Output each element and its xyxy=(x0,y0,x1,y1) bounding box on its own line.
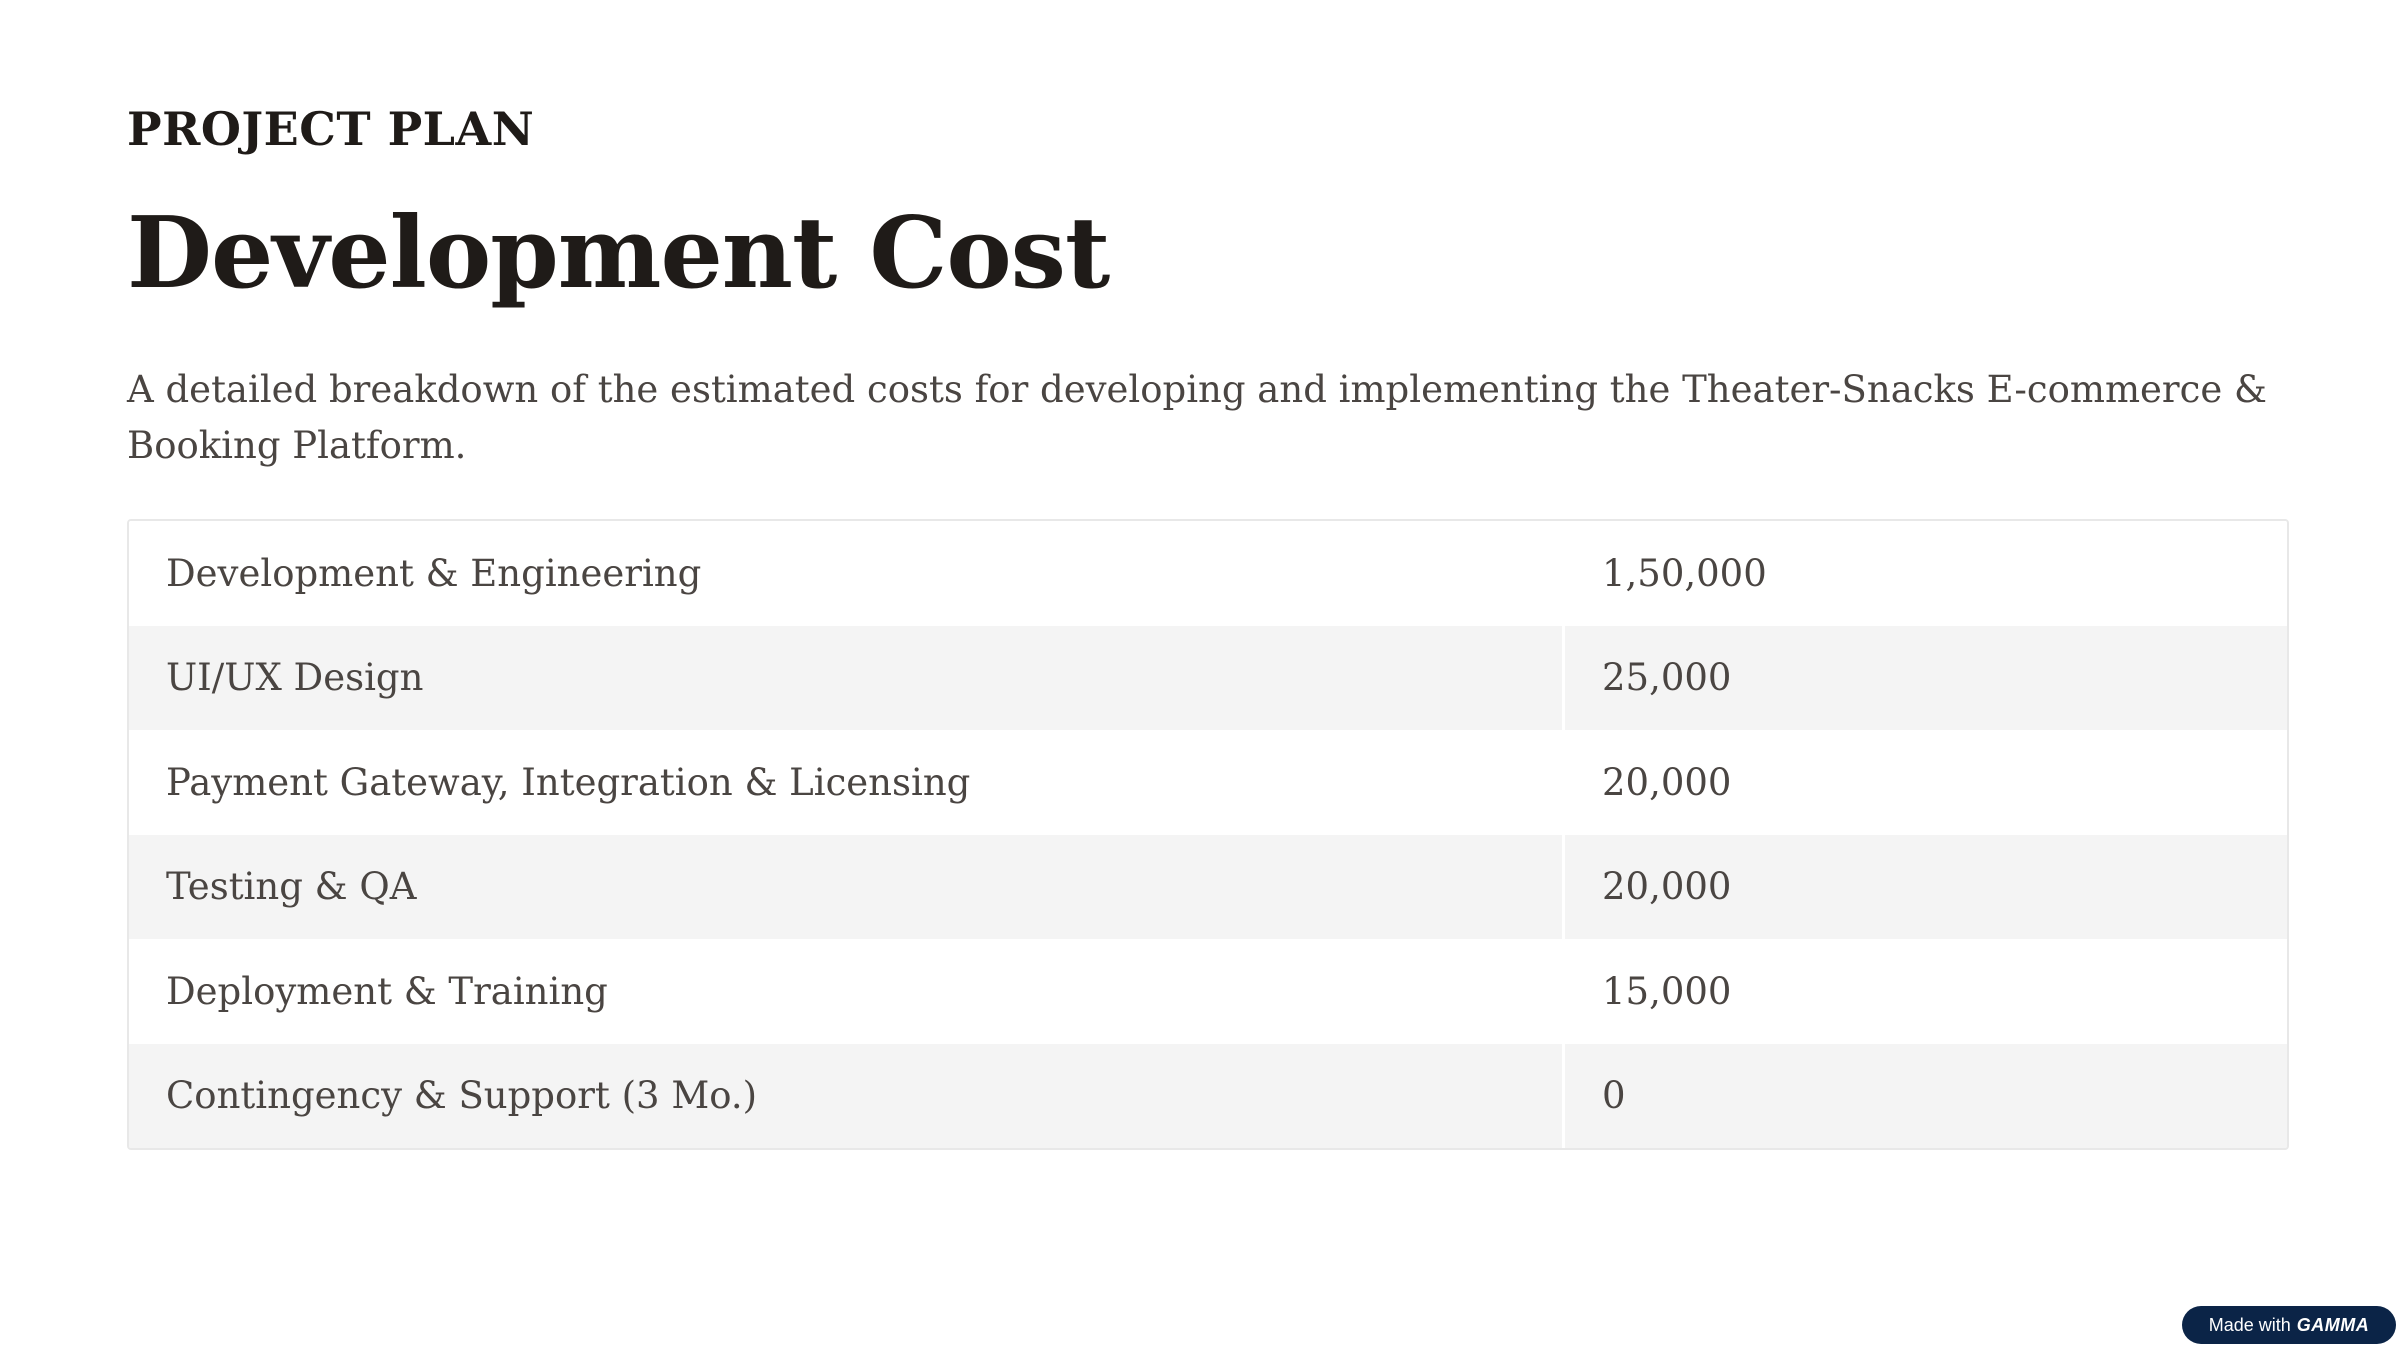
badge-prefix: Made with xyxy=(2208,1314,2291,1335)
page-title: Development Cost xyxy=(127,196,1110,311)
cost-value-cell: 15,000 xyxy=(1602,969,1732,1013)
slide: PROJECT PLAN Development Cost A detailed… xyxy=(127,0,2289,1350)
cost-item-cell: Development & Engineering xyxy=(129,521,1565,626)
cost-value-cell: 1,50,000 xyxy=(1602,551,1767,595)
cost-value-cell: 25,000 xyxy=(1602,656,1732,700)
cost-value-cell: 20,000 xyxy=(1602,760,1732,804)
gamma-logo: GAMMA xyxy=(2296,1314,2370,1335)
cost-table: Development & Engineering 1,50,000 UI/UX… xyxy=(127,519,2289,1150)
table-row: Contingency & Support (3 Mo.) 0 xyxy=(129,1043,2287,1148)
cost-value-cell: 0 xyxy=(1602,1074,1626,1118)
table-row: UI/UX Design 25,000 xyxy=(129,625,2287,730)
section-eyebrow: PROJECT PLAN xyxy=(127,102,535,156)
cost-value-cell: 20,000 xyxy=(1602,865,1732,909)
table-row: Payment Gateway, Integration & Licensing… xyxy=(129,730,2287,835)
table-row: Deployment & Training 15,000 xyxy=(129,939,2287,1044)
cost-item-cell: UI/UX Design xyxy=(129,625,1565,730)
cost-item-cell: Contingency & Support (3 Mo.) xyxy=(129,1043,1565,1148)
table-row: Testing & QA 20,000 xyxy=(129,834,2287,939)
table-row: Development & Engineering 1,50,000 xyxy=(129,521,2287,626)
cost-item-cell: Testing & QA xyxy=(129,834,1565,939)
cost-item-cell: Deployment & Training xyxy=(129,939,1565,1044)
page-subtitle: A detailed breakdown of the estimated co… xyxy=(127,368,2267,467)
made-with-gamma-badge[interactable]: Made with GAMMA xyxy=(2182,1306,2396,1344)
cost-item-cell: Payment Gateway, Integration & Licensing xyxy=(129,730,1565,835)
